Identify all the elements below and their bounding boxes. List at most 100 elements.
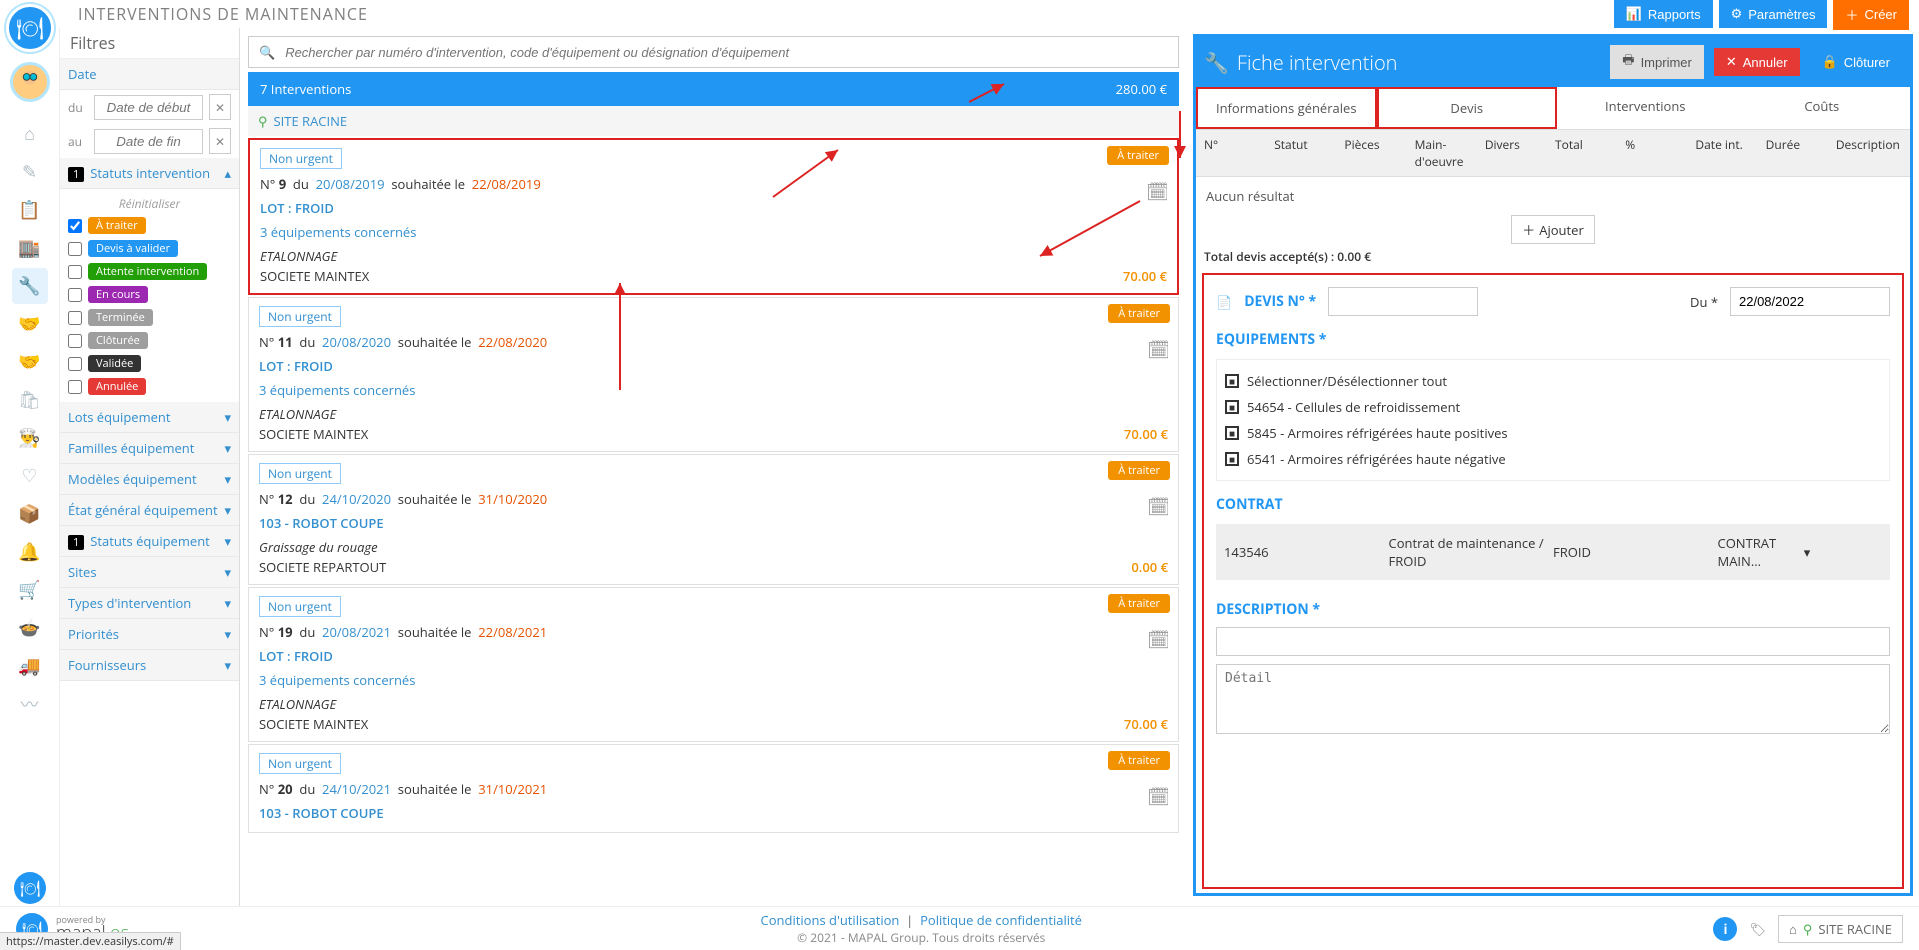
status-checkbox[interactable] bbox=[68, 311, 82, 325]
nav-truck-icon[interactable]: 🚚 bbox=[12, 648, 48, 684]
nav-edit-icon[interactable]: ✎ bbox=[12, 154, 48, 190]
status-checkbox[interactable] bbox=[68, 265, 82, 279]
reports-button[interactable]: 📊 Rapports bbox=[1614, 0, 1713, 28]
nav-clipboard-icon[interactable]: 📋 bbox=[12, 192, 48, 228]
status-filter-item[interactable]: À traiter bbox=[68, 214, 231, 237]
calendar-icon[interactable]: 🗓 bbox=[1147, 785, 1170, 809]
nav-bag-icon[interactable]: 🛍 bbox=[12, 382, 48, 418]
footer: 🍽 powered by mapal.os Conditions d'utili… bbox=[0, 906, 1919, 950]
site-selector[interactable]: ⌂ ⚲ SITE RACINE bbox=[1778, 915, 1903, 943]
status-checkbox[interactable] bbox=[68, 242, 82, 256]
site-header[interactable]: ⚲ SITE RACINE bbox=[248, 106, 1179, 136]
status-filter-item[interactable]: Clôturée bbox=[68, 329, 231, 352]
search-input[interactable] bbox=[285, 45, 1168, 60]
terms-link[interactable]: Conditions d'utilisation bbox=[761, 911, 900, 929]
nav-maintenance-icon[interactable]: 🔧 bbox=[12, 268, 48, 304]
select-all-checkbox[interactable]: ■Sélectionner/Désélectionner tout bbox=[1225, 368, 1881, 394]
status-checkbox[interactable] bbox=[68, 334, 82, 348]
fiche-panel: 🔧Fiche intervention 🖶 Imprimer ✕ Annuler… bbox=[1193, 34, 1913, 896]
date-to-input[interactable] bbox=[94, 129, 203, 154]
intervention-card[interactable]: Non urgent À traiter N° 9 du 20/08/2019 … bbox=[248, 138, 1179, 295]
fiche-tab[interactable]: Interventions bbox=[1557, 87, 1734, 129]
filter-collapsible-section[interactable]: Types d'intervention▾ bbox=[60, 588, 239, 619]
calendar-icon[interactable]: 🗓 bbox=[1147, 338, 1170, 362]
nav-food-icon[interactable]: 🍲 bbox=[12, 610, 48, 646]
nav-bell-icon[interactable]: 🔔 bbox=[12, 534, 48, 570]
intervention-card[interactable]: Non urgent À traiter N° 20 du 24/10/2021… bbox=[248, 744, 1179, 833]
status-filter-item[interactable]: Attente intervention bbox=[68, 260, 231, 283]
filter-collapsible-section[interactable]: 1Statuts équipement▾ bbox=[60, 526, 239, 557]
app-logo[interactable]: 🍽 bbox=[6, 4, 54, 52]
nav-home-icon[interactable]: ⌂ bbox=[12, 116, 48, 152]
devis-no-input[interactable] bbox=[1328, 287, 1478, 316]
clear-from-button[interactable]: ✕ bbox=[209, 94, 231, 120]
nav-chef-icon[interactable]: 👨‍🍳 bbox=[12, 420, 48, 456]
devis-col-header: Durée bbox=[1766, 136, 1832, 170]
create-button[interactable]: ＋ Créer bbox=[1833, 0, 1909, 30]
status-chip: Terminée bbox=[88, 309, 153, 326]
clear-to-button[interactable]: ✕ bbox=[209, 128, 231, 154]
info-icon[interactable]: i bbox=[1713, 917, 1737, 941]
nav-hand-icon[interactable]: 🤝 bbox=[12, 306, 48, 342]
status-pill: À traiter bbox=[1108, 304, 1170, 323]
company-name: SOCIETE MAINTEX bbox=[260, 267, 369, 285]
filters-sidebar: Filtres Date du ✕ au ✕ 1Statuts interven… bbox=[60, 28, 240, 906]
intervention-card[interactable]: Non urgent À traiter N° 12 du 24/10/2020… bbox=[248, 454, 1179, 585]
avatar[interactable] bbox=[10, 62, 50, 102]
status-chip: Attente intervention bbox=[88, 263, 207, 280]
devis-date-input[interactable] bbox=[1730, 287, 1890, 316]
calendar-icon[interactable]: 🗓 bbox=[1147, 628, 1170, 652]
filter-collapsible-section[interactable]: Fournisseurs▾ bbox=[60, 650, 239, 681]
cancel-button[interactable]: ✕ Annuler bbox=[1714, 48, 1800, 76]
nav-cart-icon[interactable]: 🛒 bbox=[12, 572, 48, 608]
bottom-logo[interactable]: 🍽 bbox=[14, 872, 46, 904]
tag-icon[interactable]: 🏷 bbox=[1749, 920, 1766, 938]
status-filter-item[interactable]: Terminée bbox=[68, 306, 231, 329]
filter-collapsible-section[interactable]: Familles équipement▾ bbox=[60, 433, 239, 464]
filter-collapsible-section[interactable]: État général équipement▾ bbox=[60, 495, 239, 526]
status-filter-item[interactable]: Validée bbox=[68, 352, 231, 375]
list-total: 280.00 € bbox=[1116, 80, 1167, 98]
intervention-card[interactable]: Non urgent À traiter N° 19 du 20/08/2021… bbox=[248, 587, 1179, 742]
equipment-checkbox[interactable]: ■6541 - Armoires réfrigérées haute négat… bbox=[1225, 446, 1881, 472]
status-filter-item[interactable]: Annulée bbox=[68, 375, 231, 398]
filter-collapsible-section[interactable]: Sites▾ bbox=[60, 557, 239, 588]
nav-heart-icon[interactable]: ♡ bbox=[12, 458, 48, 494]
status-checkbox[interactable] bbox=[68, 219, 82, 233]
status-checkbox[interactable] bbox=[68, 380, 82, 394]
desc-input[interactable] bbox=[1216, 627, 1890, 656]
filter-collapsible-section[interactable]: Priorités▾ bbox=[60, 619, 239, 650]
fiche-tab[interactable]: Coûts bbox=[1734, 87, 1911, 129]
nav-hand2-icon[interactable]: 🤝 bbox=[12, 344, 48, 380]
print-button[interactable]: 🖶 Imprimer bbox=[1610, 45, 1704, 79]
status-checkbox[interactable] bbox=[68, 357, 82, 371]
status-filter-item[interactable]: Devis à valider bbox=[68, 237, 231, 260]
contract-row[interactable]: 143546 Contrat de maintenance / FROID FR… bbox=[1216, 524, 1890, 580]
add-devis-button[interactable]: ＋ Ajouter bbox=[1511, 215, 1595, 244]
search-bar: 🔍 bbox=[248, 36, 1179, 68]
status-pill: À traiter bbox=[1108, 751, 1170, 770]
calendar-icon[interactable]: 🗓 bbox=[1146, 180, 1169, 204]
filter-status-section[interactable]: 1Statuts intervention ▴ bbox=[60, 158, 239, 189]
nav-store-icon[interactable]: 🏬 bbox=[12, 230, 48, 266]
filter-collapsible-section[interactable]: Lots équipement▾ bbox=[60, 402, 239, 433]
status-filter-item[interactable]: En cours bbox=[68, 283, 231, 306]
fiche-tab[interactable]: Devis bbox=[1377, 87, 1558, 129]
filter-collapsible-section[interactable]: Modèles équipement▾ bbox=[60, 464, 239, 495]
fiche-tab[interactable]: Informations générales bbox=[1196, 87, 1377, 129]
settings-button[interactable]: ⚙ Paramètres bbox=[1719, 0, 1828, 28]
nav-box-icon[interactable]: 📦 bbox=[12, 496, 48, 532]
close-button[interactable]: 🔒 Clôturer bbox=[1810, 48, 1902, 76]
company-name: SOCIETE MAINTEX bbox=[259, 715, 368, 733]
intervention-card[interactable]: Non urgent À traiter N° 11 du 20/08/2020… bbox=[248, 297, 1179, 452]
nav-more-icon[interactable]: 〰 bbox=[12, 686, 48, 722]
status-checkbox[interactable] bbox=[68, 288, 82, 302]
equipment-checkbox[interactable]: ■5845 - Armoires réfrigérées haute posit… bbox=[1225, 420, 1881, 446]
equipment-checkbox[interactable]: ■54654 - Cellules de refroidissement bbox=[1225, 394, 1881, 420]
list-count: 7 Interventions bbox=[260, 80, 351, 98]
privacy-link[interactable]: Politique de confidentialité bbox=[920, 911, 1082, 929]
calendar-icon[interactable]: 🗓 bbox=[1147, 495, 1170, 519]
detail-textarea[interactable] bbox=[1216, 664, 1890, 734]
reset-link[interactable]: Réinitialiser bbox=[68, 193, 231, 214]
date-from-input[interactable] bbox=[94, 95, 203, 120]
